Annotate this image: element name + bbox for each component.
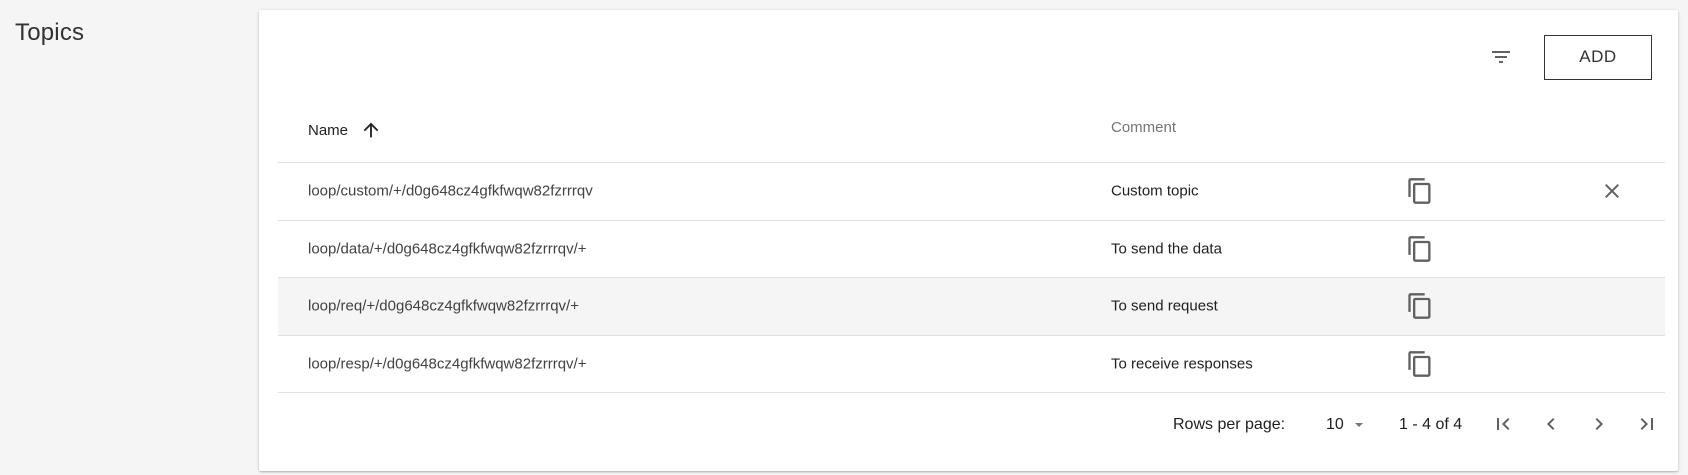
table-row[interactable]: loop/custom/+/d0g648cz4gfkfwqw82fzrrrqv …	[278, 163, 1665, 221]
page-title: Topics	[15, 19, 85, 46]
topics-card: ADD Name Comment loop/custom/+/d0g648cz4…	[259, 10, 1678, 471]
topic-comment: To receive responses	[1111, 355, 1253, 373]
topic-comment: Custom topic	[1111, 182, 1199, 200]
close-icon	[1605, 184, 1619, 199]
table-pagination: Rows per page: 10 1 - 4 of 4	[278, 392, 1665, 458]
topic-name: loop/req/+/d0g648cz4gfkfwqw82fzrrrqv/+	[308, 297, 579, 315]
copy-button[interactable]	[1403, 347, 1437, 381]
topic-name: loop/data/+/d0g648cz4gfkfwqw82fzrrrqv/+	[308, 240, 587, 258]
copy-button[interactable]	[1403, 289, 1437, 323]
topics-table: Name Comment loop/custom/+/d0g648cz4gfkf…	[278, 92, 1665, 393]
topic-comment: To send request	[1111, 297, 1218, 315]
table-row[interactable]: loop/data/+/d0g648cz4gfkfwqw82fzrrrqv/+ …	[278, 221, 1665, 278]
table-row[interactable]: loop/req/+/d0g648cz4gfkfwqw82fzrrrqv/+ T…	[278, 278, 1665, 336]
caret-down-icon	[1354, 420, 1364, 430]
copy-button[interactable]	[1403, 232, 1437, 266]
copy-button[interactable]	[1403, 174, 1437, 208]
column-header-name[interactable]: Name	[308, 119, 382, 141]
filter-icon	[1492, 51, 1510, 63]
add-button[interactable]: ADD	[1544, 34, 1652, 80]
last-page-icon	[1640, 418, 1653, 430]
first-page-icon	[1497, 418, 1510, 430]
column-header-comment[interactable]: Comment	[1111, 119, 1176, 136]
rows-per-page-label: Rows per page:	[1173, 416, 1286, 433]
table-toolbar: ADD	[1478, 34, 1652, 80]
copy-icon	[1408, 178, 1431, 205]
chevron-left-icon	[1547, 418, 1555, 430]
copy-icon	[1408, 350, 1431, 377]
column-header-name-label: Name	[308, 121, 349, 139]
topic-name: loop/resp/+/d0g648cz4gfkfwqw82fzrrrqv/+	[308, 355, 587, 373]
previous-page-button[interactable]	[1532, 405, 1570, 443]
rows-per-page-select[interactable]: 10	[1326, 416, 1364, 434]
topic-name: loop/custom/+/d0g648cz4gfkfwqw82fzrrrqv	[308, 182, 593, 200]
next-page-button[interactable]	[1580, 405, 1618, 443]
filter-button[interactable]	[1478, 34, 1524, 80]
last-page-button[interactable]	[1628, 405, 1666, 443]
delete-button[interactable]	[1595, 174, 1629, 208]
pagination-range: 1 - 4 of 4	[1399, 416, 1463, 433]
table-row[interactable]: loop/resp/+/d0g648cz4gfkfwqw82fzrrrqv/+ …	[278, 336, 1665, 393]
sort-ascending-icon	[360, 119, 382, 141]
rows-per-page-value: 10	[1326, 416, 1344, 433]
table-body: loop/custom/+/d0g648cz4gfkfwqw82fzrrrqv …	[278, 163, 1665, 393]
topic-comment: To send the data	[1111, 240, 1222, 258]
copy-icon	[1408, 293, 1431, 320]
copy-icon	[1408, 235, 1431, 262]
chevron-right-icon	[1595, 418, 1603, 430]
table-header: Name Comment	[278, 92, 1665, 163]
first-page-button[interactable]	[1484, 405, 1522, 443]
